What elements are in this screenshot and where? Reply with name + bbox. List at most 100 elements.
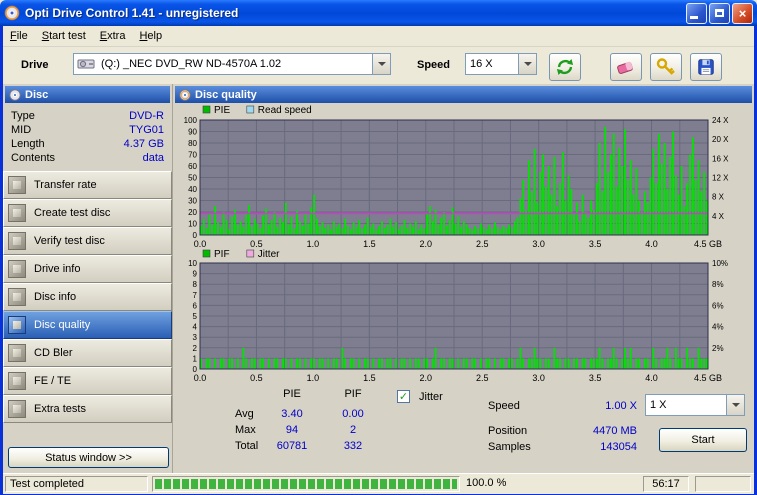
svg-text:3: 3 (193, 333, 198, 342)
svg-text:16 X: 16 X (712, 154, 729, 163)
refresh-button[interactable] (549, 53, 581, 81)
disc-info: Type DVD-R MID TYG01 Length 4.37 GB Cont… (3, 105, 172, 167)
test-speed-select-value: 1 X (650, 399, 667, 411)
avg-label: Avg (235, 408, 254, 420)
quality-stats: PIE PIF Avg 3.40 0.00 Max 94 2 Total 607… (173, 382, 754, 472)
svg-text:1: 1 (193, 354, 198, 363)
sidebar-item-transfer-rate[interactable]: Transfer rate (3, 171, 172, 199)
start-button-label: Start (691, 434, 715, 446)
drive-select[interactable]: (Q:) _NEC DVD_RW ND-4570A 1.02 (73, 53, 391, 75)
maximize-icon (715, 9, 724, 17)
license-button[interactable] (650, 53, 682, 81)
position-field-value: 4470 MB (592, 425, 637, 437)
status-window-button[interactable]: Status window >> (8, 447, 169, 468)
sidebar-item-label: CD Bler (34, 347, 73, 359)
eraser-icon (617, 61, 633, 74)
disc-panel-header: Disc (5, 86, 170, 103)
sidebar-item-label: Verify test disc (34, 235, 105, 247)
svg-text:7: 7 (193, 291, 198, 300)
sidebar-item-drive-info[interactable]: Drive info (3, 255, 172, 283)
progress-fill (155, 479, 457, 489)
sidebar-item-label: FE / TE (34, 375, 72, 387)
main-panel: Disc quality PIE Read speed 0 10 20 30 40 50 60 7… (173, 84, 754, 473)
menu-start-test[interactable]: Start test (35, 28, 93, 44)
svg-text:2.5: 2.5 (476, 239, 489, 249)
transfer-rate-icon (8, 176, 26, 194)
svg-text:20: 20 (188, 208, 197, 217)
pie-avg-value: 3.40 (281, 408, 303, 420)
sidebar-item-fe-te[interactable]: FE / TE (3, 367, 172, 395)
svg-text:5: 5 (193, 312, 198, 321)
svg-text:70: 70 (188, 151, 197, 160)
fe-te-icon (8, 372, 26, 390)
drive-select-value: (Q:) _NEC DVD_RW ND-4570A 1.02 (101, 58, 282, 70)
menu-help[interactable]: Help (132, 28, 169, 44)
sidebar-item-cd-bler[interactable]: CD Bler (3, 339, 172, 367)
app-icon (4, 5, 20, 21)
disc-length-label: Length (11, 138, 45, 150)
progress-percent: 100.0 % (466, 477, 507, 489)
sidebar-item-label: Extra tests (34, 403, 86, 415)
pif-max-value: 2 (349, 424, 357, 436)
pie-max-value: 94 (285, 424, 299, 436)
drive-icon (77, 59, 95, 69)
legend-label: PIE (214, 105, 230, 116)
samples-field-value: 143054 (600, 441, 637, 453)
app-window: Opti Drive Control 1.41 - unregistered ×… (0, 0, 757, 495)
close-button[interactable]: × (732, 2, 753, 24)
start-button[interactable]: Start (659, 428, 747, 452)
test-speed-select[interactable]: 1 X (645, 394, 745, 416)
svg-text:60: 60 (188, 162, 197, 171)
pie-column-header: PIE (283, 388, 301, 400)
svg-text:40: 40 (188, 185, 197, 194)
sidebar-item-disc-quality[interactable]: Disc quality (3, 311, 172, 339)
chevron-down-icon (731, 403, 740, 407)
sidebar-item-disc-info[interactable]: Disc info (3, 283, 172, 311)
svg-text:6%: 6% (712, 301, 724, 310)
svg-text:90: 90 (188, 128, 197, 137)
erase-disc-button[interactable] (610, 53, 642, 81)
progress-track (155, 479, 457, 489)
drive-select-dropdown-button[interactable] (372, 54, 390, 74)
svg-text:4.0: 4.0 (645, 239, 658, 249)
minimize-button[interactable] (686, 2, 707, 24)
test-speed-dropdown-button[interactable] (726, 395, 744, 415)
refresh-icon (556, 59, 574, 75)
disc-mid-label: MID (11, 124, 32, 136)
menu-extra[interactable]: Extra (93, 28, 133, 44)
disc-type-value: DVD-R (129, 110, 164, 122)
disc-panel-title: Disc (25, 88, 49, 101)
svg-text:8%: 8% (712, 280, 724, 289)
create-test-disc-icon (8, 204, 26, 222)
test-buttons: Transfer rate Create test disc Verify te… (3, 171, 172, 423)
svg-text:1.5: 1.5 (363, 239, 376, 249)
save-button[interactable] (690, 53, 722, 81)
maximize-button[interactable] (709, 2, 730, 24)
sidebar-item-create-test-disc[interactable]: Create test disc (3, 199, 172, 227)
svg-text:4.5 GB: 4.5 GB (694, 239, 722, 249)
sidebar-item-verify-test-disc[interactable]: Verify test disc (3, 227, 172, 255)
elapsed-time: 56:17 (643, 476, 689, 492)
speed-field-value: 1.00 X (605, 400, 637, 412)
menu-file[interactable]: File (3, 28, 35, 44)
check-icon: ✓ (398, 390, 409, 403)
svg-text:30: 30 (188, 197, 197, 206)
svg-text:50: 50 (188, 174, 197, 183)
svg-text:0.5: 0.5 (250, 239, 263, 249)
disc-quality-header: Disc quality (175, 86, 752, 103)
disc-mid-value: TYG01 (129, 124, 164, 136)
legend-swatch (246, 105, 255, 114)
jitter-checkbox[interactable]: ✓ (397, 390, 410, 403)
svg-text:0.0: 0.0 (194, 239, 207, 249)
sidebar: Disc Type DVD-R MID TYG01 Length 4.37 GB (3, 84, 173, 473)
speed-select[interactable]: 16 X (465, 53, 537, 75)
speed-select-dropdown-button[interactable] (518, 54, 536, 74)
svg-text:4 X: 4 X (712, 212, 725, 221)
svg-text:20 X: 20 X (712, 135, 729, 144)
svg-text:3.5: 3.5 (589, 239, 602, 249)
sidebar-item-extra-tests[interactable]: Extra tests (3, 395, 172, 423)
chevron-down-icon (523, 62, 532, 66)
titlebar: Opti Drive Control 1.41 - unregistered × (0, 0, 757, 26)
svg-text:3.0: 3.0 (532, 239, 545, 249)
disc-info-row: Length 4.37 GB (3, 137, 172, 151)
